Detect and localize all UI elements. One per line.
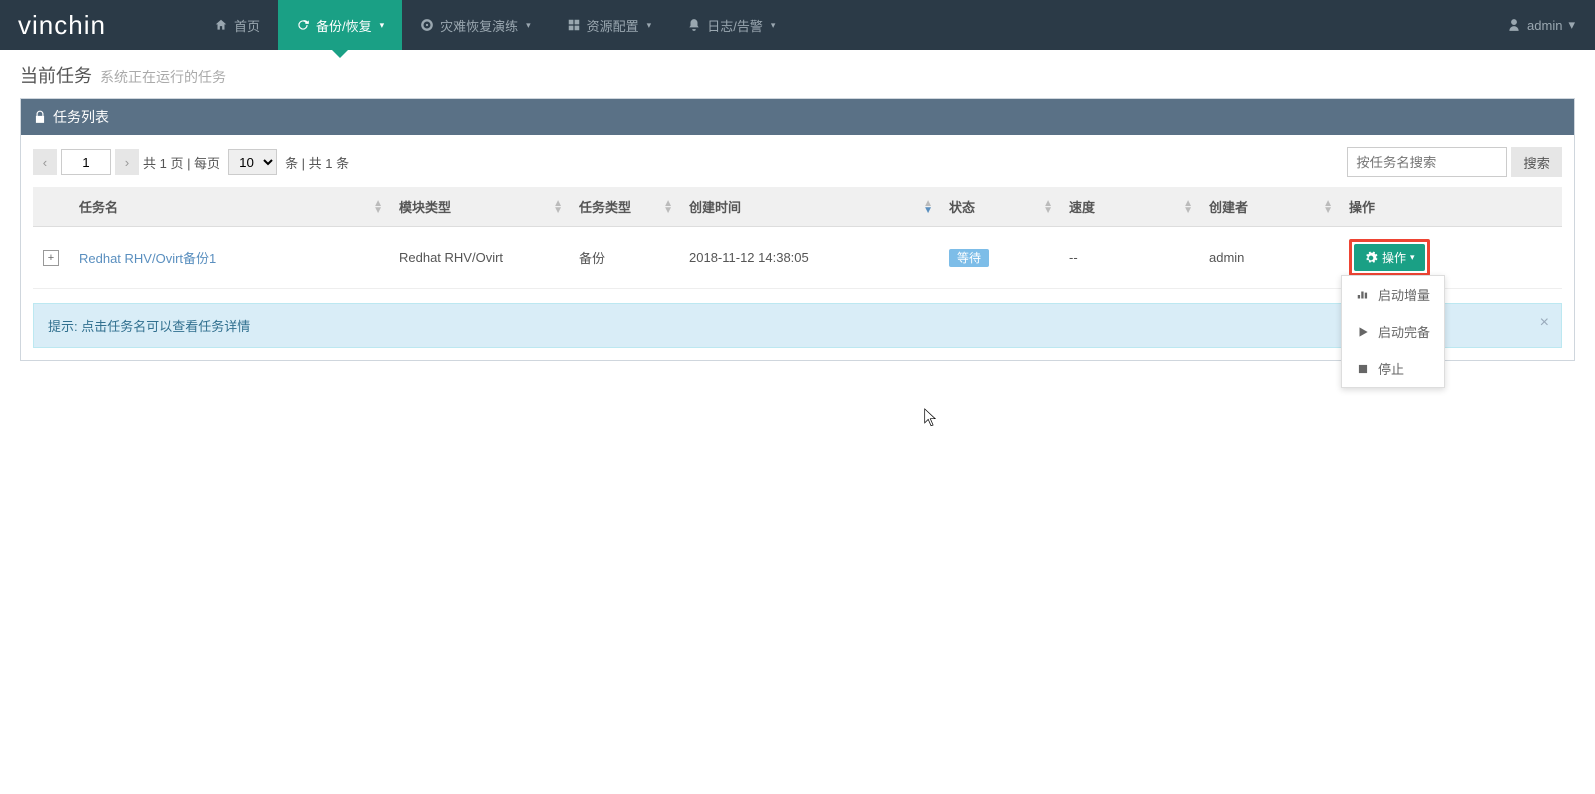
chevron-down-icon: ▾ [1568,17,1575,33]
col-action: 操作 [1339,187,1562,227]
mouse-cursor-icon [924,408,938,428]
lock-icon [33,110,47,124]
table-header-row: 任务名▲▼ 模块类型▲▼ 任务类型▲▼ 创建时间▲▼ 状态▲▼ 速度▲▼ 创建者… [33,187,1562,227]
search-box: 搜索 [1347,147,1562,177]
dropdown-start-incremental[interactable]: 启动增量 [1342,276,1444,313]
chevron-down-icon: ▾ [380,20,385,31]
dropdown-stop[interactable]: 停止 [1342,350,1444,387]
cell-create-time: 2018-11-12 14:38:05 [679,227,939,289]
action-highlight: 操作 ▾ [1349,239,1430,276]
cell-task-type: 备份 [569,227,679,289]
page-prev-button[interactable]: ‹ [33,149,57,175]
col-speed[interactable]: 速度▲▼ [1059,187,1199,227]
panel-title: 任务列表 [53,107,109,127]
chevron-down-icon: ▾ [771,20,776,31]
close-icon[interactable]: × [1540,314,1549,332]
toolbar: ‹ › 共 1 页 | 每页 10 条 | 共 1 条 搜索 [33,147,1562,177]
bars-icon [1356,288,1370,302]
panel-header: 任务列表 [21,99,1574,135]
page-input[interactable] [61,149,111,175]
status-badge: 等待 [949,249,989,267]
col-create-time[interactable]: 创建时间▲▼ [679,187,939,227]
records-label: 条 | 共 1 条 [285,153,349,172]
page-header: 当前任务 系统正在运行的任务 [0,50,1595,98]
chevron-down-icon: ▾ [526,20,531,31]
page-size-select[interactable]: 10 [228,149,277,175]
info-text: 提示: 点击任务名可以查看任务详情 [48,319,250,334]
page-total-label: 共 1 页 | 每页 [143,153,220,172]
page-title: 当前任务 [20,62,92,88]
expand-button[interactable]: + [43,250,59,266]
panel-body: ‹ › 共 1 页 | 每页 10 条 | 共 1 条 搜索 任务名▲▼ 模块类… [21,135,1574,360]
nav-disaster[interactable]: 灾难恢复演练 ▾ [402,0,549,50]
page-next-button[interactable]: › [115,149,139,175]
nav-logs[interactable]: 日志/告警 ▾ [669,0,793,50]
brand-logo: vinchin [18,10,106,41]
action-dropdown: 启动增量 启动完备 停止 [1341,275,1445,388]
chevron-down-icon: ▾ [1410,252,1415,263]
col-status[interactable]: 状态▲▼ [939,187,1059,227]
home-icon [214,18,228,32]
stop-icon [1356,362,1370,376]
col-module-type[interactable]: 模块类型▲▼ [389,187,569,227]
page-subtitle: 系统正在运行的任务 [100,67,226,87]
col-creator[interactable]: 创建者▲▼ [1199,187,1339,227]
info-bar: 提示: 点击任务名可以查看任务详情 × [33,303,1562,348]
play-icon [1356,325,1370,339]
action-button[interactable]: 操作 ▾ [1354,244,1425,271]
nav-resource[interactable]: 资源配置 ▾ [549,0,670,50]
top-nav: vinchin 首页 备份/恢复 ▾ 灾难恢复演练 ▾ 资源配置 ▾ 日志/告警… [0,0,1595,50]
cell-speed: -- [1059,227,1199,289]
target-icon [420,18,434,32]
task-table: 任务名▲▼ 模块类型▲▼ 任务类型▲▼ 创建时间▲▼ 状态▲▼ 速度▲▼ 创建者… [33,187,1562,289]
table-row: + Redhat RHV/Ovirt备份1 Redhat RHV/Ovirt 备… [33,227,1562,289]
search-input[interactable] [1347,147,1507,177]
nav-items: 首页 备份/恢复 ▾ 灾难恢复演练 ▾ 资源配置 ▾ 日志/告警 ▾ [196,0,793,50]
grid-icon [567,18,581,32]
chevron-down-icon: ▾ [647,20,652,31]
refresh-icon [296,18,310,32]
cell-creator: admin [1199,227,1339,289]
col-expand [33,187,69,227]
task-panel: 任务列表 ‹ › 共 1 页 | 每页 10 条 | 共 1 条 搜索 任务名▲… [20,98,1575,361]
task-name-link[interactable]: Redhat RHV/Ovirt备份1 [79,251,216,266]
dropdown-start-full[interactable]: 启动完备 [1342,313,1444,350]
col-task-name[interactable]: 任务名▲▼ [69,187,389,227]
bell-icon [687,18,701,32]
gear-icon [1364,251,1378,265]
nav-home[interactable]: 首页 [196,0,278,50]
cell-module-type: Redhat RHV/Ovirt [389,227,569,289]
col-task-type[interactable]: 任务类型▲▼ [569,187,679,227]
nav-backup[interactable]: 备份/恢复 ▾ [278,0,402,50]
user-menu[interactable]: admin ▾ [1487,17,1595,33]
search-button[interactable]: 搜索 [1511,147,1562,177]
user-icon [1507,18,1521,32]
